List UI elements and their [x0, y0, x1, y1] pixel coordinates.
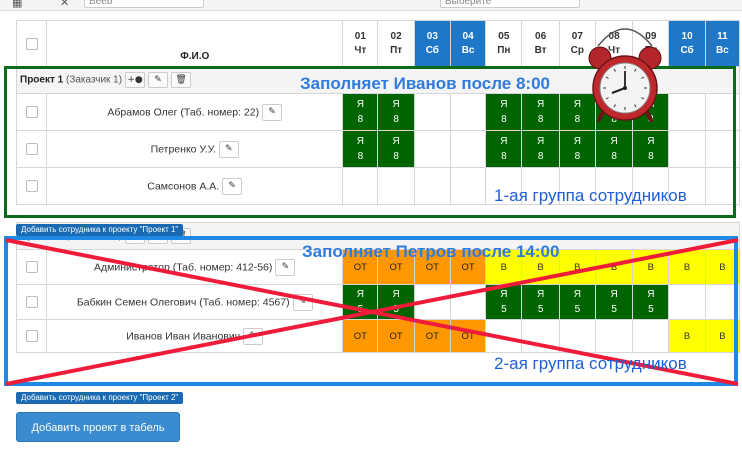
group-1-title: Заполняет Иванов после 8:00 — [300, 74, 550, 93]
group-1-caption: 1-ая группа сотрудников — [494, 186, 687, 205]
group-2-title: Заполняет Петров после 14:00 — [302, 242, 560, 261]
group-2-caption: 2-ая группа сотрудников — [494, 354, 687, 373]
annotation-overlay — [5, 28, 739, 386]
alarm-clock-icon — [588, 28, 662, 123]
